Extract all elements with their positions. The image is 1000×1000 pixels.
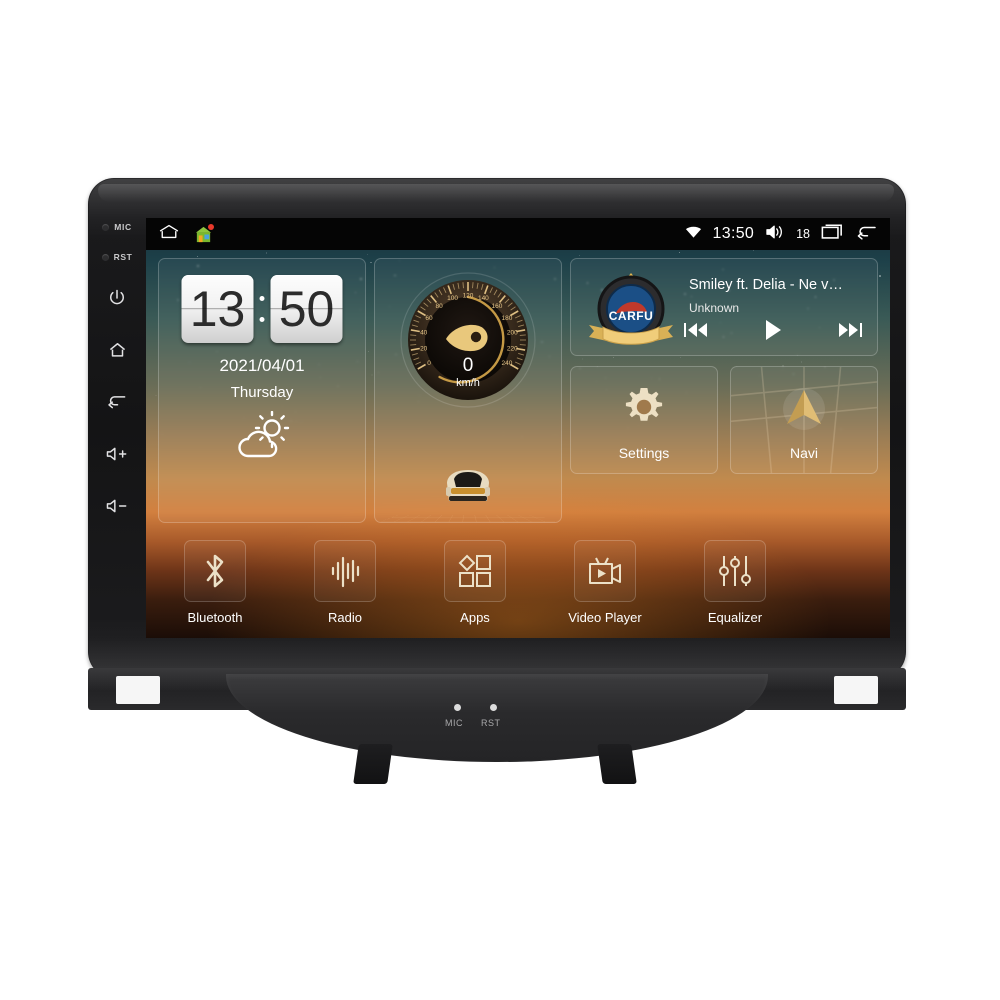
radio-label: Radio bbox=[328, 610, 362, 625]
home-icon bbox=[107, 340, 128, 360]
svg-text:120: 120 bbox=[463, 293, 474, 300]
side-button-column: MIC RST bbox=[88, 178, 146, 678]
next-track-button[interactable] bbox=[837, 321, 863, 344]
back-arrow-icon bbox=[106, 392, 128, 412]
equalizer-sliders-icon bbox=[704, 540, 766, 602]
svg-text:160: 160 bbox=[491, 303, 502, 310]
status-bar: 13:50 18 bbox=[146, 218, 890, 250]
dock-item-radio[interactable]: Radio bbox=[298, 540, 392, 636]
svg-text:200: 200 bbox=[507, 330, 518, 337]
home-screen: 13 50 2021/04/01 Thursday 0 20 40 60 80 … bbox=[146, 250, 890, 638]
wifi-icon bbox=[685, 225, 702, 244]
volume-icon[interactable] bbox=[765, 224, 785, 245]
svg-text:180: 180 bbox=[502, 315, 513, 322]
svg-text:140: 140 bbox=[478, 295, 489, 302]
notification-dot bbox=[208, 223, 214, 230]
panel-reset-label: RST bbox=[481, 718, 501, 728]
svg-text:20: 20 bbox=[420, 345, 428, 352]
radio-waveform-icon bbox=[314, 540, 376, 602]
bluetooth-icon bbox=[184, 540, 246, 602]
home-button[interactable] bbox=[97, 324, 137, 376]
gear-icon bbox=[571, 385, 717, 429]
speed-value: 0 bbox=[462, 355, 474, 376]
speed-unit: km/h bbox=[456, 377, 480, 389]
power-button[interactable] bbox=[97, 272, 137, 324]
side-mic: MIC bbox=[102, 212, 131, 242]
svg-text:40: 40 bbox=[420, 330, 428, 337]
touch-screen[interactable]: 13:50 18 13 50 2021/04/01 Thursday 0 20 … bbox=[146, 218, 890, 638]
mic-hole-icon bbox=[102, 223, 110, 231]
panel-mic-label: MIC bbox=[445, 718, 463, 728]
panel-reset-hole[interactable] bbox=[490, 704, 497, 711]
carfu-logo: CARFU bbox=[583, 267, 679, 356]
mount-tab-right bbox=[597, 744, 637, 784]
svg-text:220: 220 bbox=[507, 345, 518, 352]
mount-tab-left bbox=[353, 744, 393, 784]
bottom-shroud: MIC RST bbox=[88, 668, 906, 784]
flip-clock: 13 50 bbox=[181, 275, 343, 343]
side-reset[interactable]: RST bbox=[101, 242, 133, 272]
head-unit-device: MIC RST 13:50 18 13 50 2021/04/01 Thursd… bbox=[88, 178, 906, 678]
dock-item-apps[interactable]: Apps bbox=[428, 540, 522, 636]
clock-weekday: Thursday bbox=[230, 384, 294, 401]
previous-track-button[interactable] bbox=[683, 321, 709, 344]
settings-label: Settings bbox=[618, 445, 670, 461]
dock-item-video-player[interactable]: Video Player bbox=[558, 540, 652, 636]
speedometer-widget[interactable]: 0 20 40 60 80 100 120 140 160 180 200 220 240 0 km/h bbox=[374, 258, 562, 523]
house-app-icon[interactable] bbox=[194, 223, 214, 244]
equalizer-label: Equalizer bbox=[707, 610, 763, 625]
media-controls bbox=[683, 319, 863, 346]
status-back-icon[interactable] bbox=[854, 223, 878, 246]
mount-notch-left bbox=[116, 676, 160, 704]
clock-date: 2021/04/01 bbox=[219, 356, 305, 375]
partly-cloudy-icon bbox=[231, 410, 293, 468]
volume-down-button[interactable] bbox=[97, 480, 137, 532]
svg-text:CARFU: CARFU bbox=[609, 309, 654, 323]
recents-icon[interactable] bbox=[821, 223, 843, 245]
music-widget[interactable]: CARFU Smiley ft. Delia - Ne v… Unknown bbox=[570, 258, 878, 356]
bezel-highlight bbox=[98, 184, 894, 202]
volume-up-button[interactable] bbox=[97, 428, 137, 480]
status-time: 13:50 bbox=[712, 225, 755, 242]
settings-tile[interactable]: Settings bbox=[570, 366, 718, 474]
back-button[interactable] bbox=[97, 376, 137, 428]
dock-item-equalizer[interactable]: Equalizer bbox=[688, 540, 782, 636]
status-home-icon[interactable] bbox=[158, 223, 180, 245]
clock-minutes: 50 bbox=[270, 275, 343, 343]
panel-mic-hole bbox=[454, 704, 461, 711]
volume-down-icon bbox=[104, 497, 130, 515]
svg-text:80: 80 bbox=[435, 303, 443, 310]
screenshot-root: MIC RST 13:50 18 13 50 2021/04/01 Thursd… bbox=[0, 0, 1000, 1000]
clock-widget[interactable]: 13 50 2021/04/01 Thursday bbox=[158, 258, 366, 523]
volume-up-icon bbox=[104, 445, 130, 463]
volume-level: 18 bbox=[796, 227, 810, 241]
apps-grid-icon bbox=[444, 540, 506, 602]
navi-tile[interactable]: Navi bbox=[730, 366, 878, 474]
car-graphic bbox=[437, 463, 499, 510]
clock-colon bbox=[259, 296, 265, 322]
side-mic-label: MIC bbox=[114, 222, 132, 232]
svg-text:60: 60 bbox=[425, 315, 433, 322]
play-button[interactable] bbox=[763, 319, 783, 346]
bluetooth-label: Bluetooth bbox=[187, 610, 243, 625]
speedometer-gauge: 0 20 40 60 80 100 120 140 160 180 200 220 240 0 km/h bbox=[384, 267, 552, 422]
reset-hole-icon[interactable] bbox=[101, 253, 109, 261]
mount-notch-right bbox=[834, 676, 878, 704]
svg-text:100: 100 bbox=[447, 295, 458, 302]
video-player-label: Video Player bbox=[568, 610, 642, 625]
clock-hours: 13 bbox=[181, 275, 254, 343]
weather-widget[interactable] bbox=[159, 410, 365, 468]
app-dock: Bluetooth Radio Apps Video Player Equali… bbox=[146, 534, 890, 638]
dock-item-bluetooth[interactable]: Bluetooth bbox=[168, 540, 262, 636]
apps-label: Apps bbox=[460, 610, 490, 625]
navigation-arrow-icon bbox=[731, 385, 877, 431]
track-title: Smiley ft. Delia - Ne v… bbox=[689, 277, 843, 293]
track-artist: Unknown bbox=[689, 301, 740, 315]
side-reset-label: RST bbox=[113, 252, 133, 262]
video-camera-icon bbox=[574, 540, 636, 602]
navi-label: Navi bbox=[789, 445, 818, 461]
shroud-belly: MIC RST bbox=[226, 674, 768, 762]
power-icon bbox=[107, 288, 127, 308]
